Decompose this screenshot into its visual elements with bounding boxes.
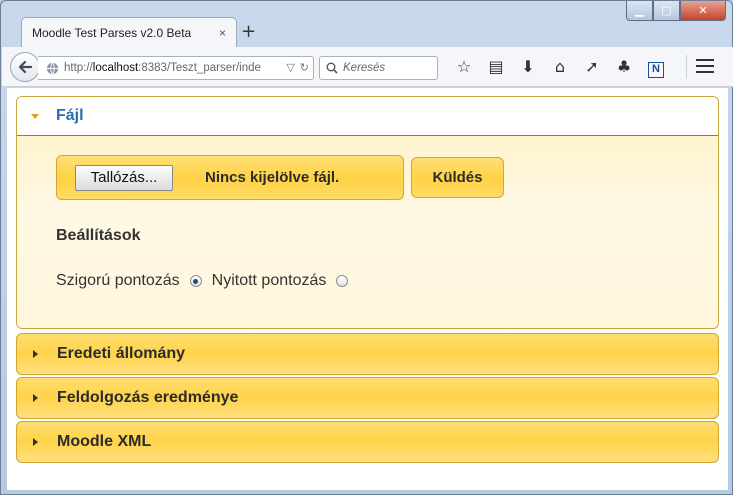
original-file-panel[interactable]: Eredeti állomány bbox=[16, 333, 719, 375]
maximize-button[interactable]: ▢ bbox=[653, 1, 680, 21]
dropdown-arrow-icon[interactable]: ▽ bbox=[286, 61, 294, 74]
settings-heading: Beállítások bbox=[56, 227, 141, 244]
hamburger-menu-icon[interactable] bbox=[696, 59, 714, 77]
strict-scoring-radio[interactable] bbox=[189, 275, 202, 287]
url-path: :8383/Teszt_parser/inde bbox=[138, 62, 261, 74]
search-placeholder: Keresés bbox=[343, 62, 386, 74]
moodle-xml-title: Moodle XML bbox=[57, 433, 152, 450]
reload-icon[interactable]: ↻ bbox=[300, 61, 309, 74]
processing-result-panel[interactable]: Feldolgozás eredménye bbox=[16, 377, 719, 419]
file-panel-title: Fájl bbox=[56, 107, 84, 124]
page-content: Fájl Tallózás... Nincs kijelölve fájl. K… bbox=[7, 88, 728, 490]
close-window-button[interactable]: ✕ bbox=[680, 1, 726, 21]
toolbar-icons: ☆ ▤ ⬇ ⌂ ➚ ♣ N bbox=[448, 57, 672, 78]
url-host: localhost bbox=[92, 62, 139, 74]
file-panel: Fájl Tallózás... Nincs kijelölve fájl. K… bbox=[16, 96, 719, 329]
open-scoring-radio[interactable] bbox=[336, 275, 349, 287]
send-button[interactable]: Küldés bbox=[411, 157, 504, 198]
address-bar[interactable]: http://localhost:8383/Teszt_parser/inde … bbox=[38, 56, 314, 80]
back-arrow-icon bbox=[18, 60, 33, 74]
globe-icon bbox=[46, 62, 59, 74]
extension-icon[interactable]: ♣ bbox=[608, 57, 640, 78]
home-icon[interactable]: ⌂ bbox=[544, 57, 576, 78]
url-prefix: http:// bbox=[64, 62, 93, 74]
caret-right-icon bbox=[33, 350, 38, 358]
caret-right-icon bbox=[33, 394, 38, 402]
reading-list-icon[interactable]: ▤ bbox=[480, 57, 512, 78]
browser-window: ▁ ▢ ✕ Moodle Test Parses v2.0 Beta × + h… bbox=[0, 0, 733, 495]
toolbar-separator bbox=[686, 55, 687, 79]
tab-title: Moodle Test Parses v2.0 Beta bbox=[32, 25, 192, 40]
search-box[interactable]: Keresés bbox=[319, 56, 438, 80]
minimize-button[interactable]: ▁ bbox=[626, 1, 653, 21]
window-controls: ▁ ▢ ✕ bbox=[626, 1, 726, 21]
processing-result-title: Feldolgozás eredménye bbox=[57, 389, 239, 406]
file-input: Tallózás... Nincs kijelölve fájl. bbox=[56, 155, 404, 200]
back-button[interactable] bbox=[10, 52, 40, 82]
n-extension-icon[interactable]: N bbox=[640, 57, 672, 78]
moodle-xml-panel[interactable]: Moodle XML bbox=[16, 421, 719, 463]
browse-button[interactable]: Tallózás... bbox=[75, 164, 173, 191]
send-plane-icon[interactable]: ➚ bbox=[576, 57, 608, 78]
tab-close-icon[interactable]: × bbox=[219, 26, 226, 40]
download-icon[interactable]: ⬇ bbox=[512, 57, 544, 78]
bookmark-star-icon[interactable]: ☆ bbox=[448, 57, 480, 78]
original-file-title: Eredeti állomány bbox=[57, 345, 186, 362]
browser-tab[interactable]: Moodle Test Parses v2.0 Beta × bbox=[21, 17, 237, 47]
search-icon bbox=[326, 62, 338, 74]
scoring-options: Szigorú pontozás Nyitott pontozás bbox=[56, 272, 358, 290]
caret-right-icon bbox=[33, 438, 38, 446]
file-panel-body: Tallózás... Nincs kijelölve fájl. Küldés… bbox=[17, 136, 718, 328]
new-tab-button[interactable]: + bbox=[241, 21, 256, 42]
caret-down-icon bbox=[31, 113, 39, 119]
strict-scoring-label: Szigorú pontozás bbox=[56, 272, 180, 289]
file-panel-header[interactable]: Fájl bbox=[17, 97, 718, 136]
navigation-bar: http://localhost:8383/Teszt_parser/inde … bbox=[2, 47, 733, 87]
no-file-selected-text: Nincs kijelölve fájl. bbox=[205, 169, 340, 186]
open-scoring-label: Nyitott pontozás bbox=[211, 272, 327, 289]
